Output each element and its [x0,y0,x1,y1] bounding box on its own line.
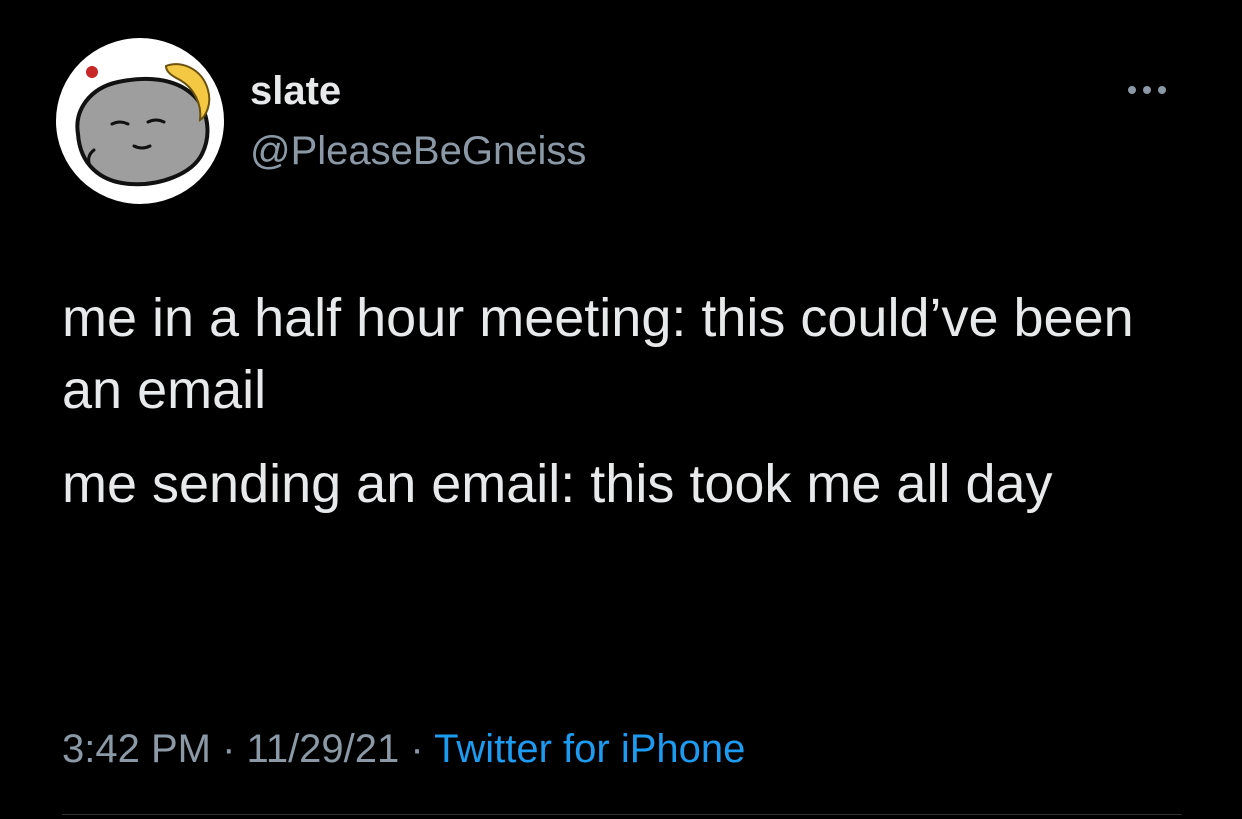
tweet-text: me in a half hour meeting: this could’ve… [62,282,1192,520]
tweet: slate @PleaseBeGneiss me in a half hour … [0,0,1242,819]
tweet-source-link[interactable]: Twitter for iPhone [434,727,745,771]
meta-separator: · [410,727,424,771]
tweet-date[interactable]: 11/29/21 [247,727,400,771]
tweet-paragraph: me in a half hour meeting: this could’ve… [62,288,1134,420]
tweet-time[interactable]: 3:42 PM [62,727,211,771]
author-display-name[interactable]: slate [250,66,341,116]
meta-separator: · [222,727,236,771]
author-avatar[interactable] [56,38,224,204]
rock-with-banana-avatar-icon [75,63,211,187]
author-handle[interactable]: @PleaseBeGneiss [250,126,586,176]
divider [62,814,1182,815]
tweet-paragraph: me sending an email: this took me all da… [62,454,1053,514]
tweet-metadata: 3:42 PM · 11/29/21 · Twitter for iPhone [62,722,745,776]
more-options-icon[interactable] [1112,72,1182,108]
